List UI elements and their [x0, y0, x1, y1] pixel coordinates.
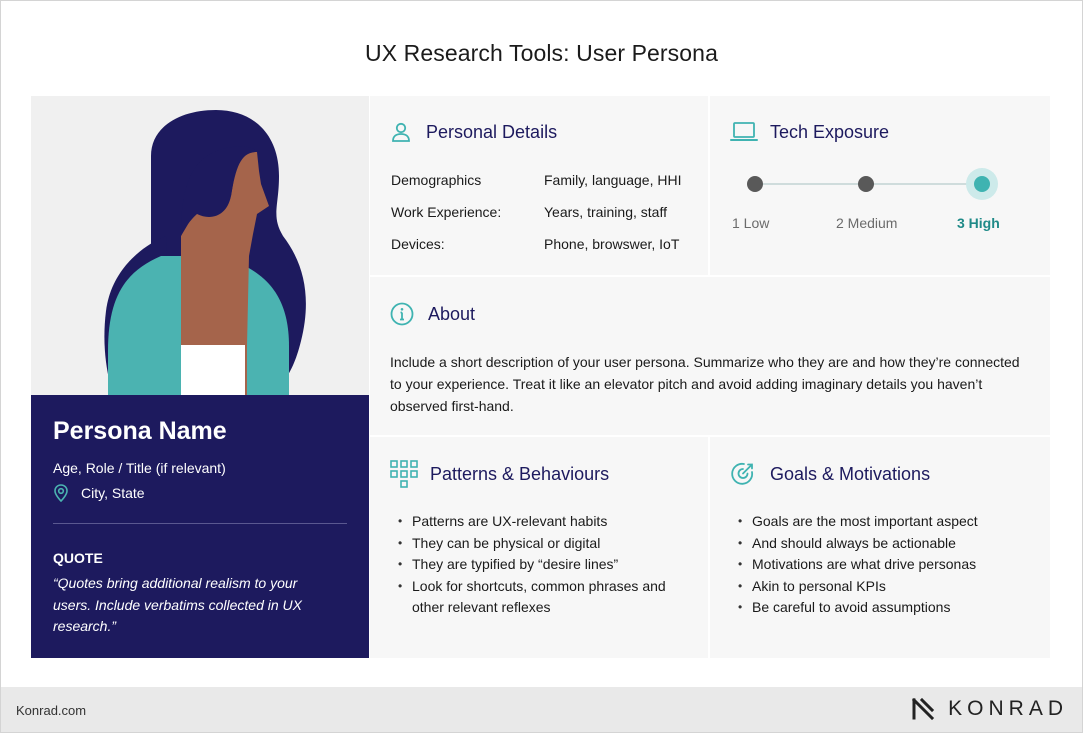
persona-illustration — [31, 96, 369, 395]
list-item: Be careful to avoid assumptions — [738, 597, 1038, 619]
tech-exposure-title: Tech Exposure — [770, 121, 890, 142]
detail-value: Years, training, staff — [544, 204, 667, 220]
personal-details-title: Personal Details — [426, 121, 558, 142]
patterns-list: Patterns are UX-relevant habits They can… — [398, 511, 688, 619]
persona-location: City, State — [53, 484, 145, 502]
goals-panel: Goals & Motivations Goals are the most i… — [710, 437, 1050, 658]
level-label-high: 3 High — [957, 215, 1000, 231]
list-item: They can be physical or digital — [398, 533, 688, 555]
konrad-logo-icon — [912, 698, 935, 720]
list-item: Akin to personal KPIs — [738, 576, 1038, 598]
level-dot-medium — [858, 176, 874, 192]
list-item: And should always be actionable — [738, 533, 1038, 555]
quote-label: QUOTE — [53, 550, 103, 566]
about-header: About — [390, 302, 475, 326]
patterns-panel: Patterns & Behaviours Patterns are UX-re… — [370, 437, 708, 658]
detail-value: Phone, browswer, IoT — [544, 236, 680, 252]
konrad-wordmark: KONRAD — [948, 697, 1068, 720]
patterns-header: Patterns & Behaviours — [390, 460, 609, 488]
about-title: About — [428, 303, 476, 324]
persona-role: Age, Role / Title (if relevant) — [53, 460, 226, 476]
detail-label: Devices: — [391, 236, 445, 252]
person-icon — [392, 122, 410, 142]
persona-location-text: City, State — [81, 485, 145, 501]
list-item: They are typified by “desire lines” — [398, 554, 688, 576]
level-dot-high — [974, 176, 990, 192]
footer-bar: Konrad.com KONRAD — [1, 687, 1082, 732]
target-icon — [731, 462, 754, 485]
personal-details-panel: Personal Details Demographics Family, la… — [370, 96, 708, 275]
list-item: Patterns are UX-relevant habits — [398, 511, 688, 533]
tech-exposure-header: Tech Exposure — [730, 121, 889, 143]
persona-name: Persona Name — [53, 417, 227, 445]
detail-label: Demographics — [391, 172, 482, 188]
page-title: UX Research Tools: User Persona — [365, 40, 718, 66]
location-pin-icon — [54, 484, 68, 502]
footer-site-link[interactable]: Konrad.com — [16, 703, 86, 718]
list-item: Motivations are what drive personas — [738, 554, 1038, 576]
patterns-title: Patterns & Behaviours — [430, 463, 610, 484]
persona-divider — [53, 523, 347, 524]
tech-exposure-panel: Tech Exposure 1 Low 2 Medium 3 High — [710, 96, 1050, 275]
goals-title: Goals & Motivations — [770, 463, 931, 484]
konrad-logo: KONRAD — [912, 697, 1068, 721]
laptop-icon — [730, 122, 758, 141]
level-label-medium: 2 Medium — [836, 215, 898, 231]
detail-label: Work Experience: — [391, 204, 502, 220]
quote-text: “Quotes bring additional realism to your… — [53, 575, 302, 634]
persona-avatar — [104, 110, 306, 395]
level-dot-low — [747, 176, 763, 192]
persona-card: Persona Name Age, Role / Title (if relev… — [31, 395, 369, 658]
goals-list: Goals are the most important aspect And … — [738, 511, 1038, 619]
info-icon — [390, 302, 414, 326]
list-item: Goals are the most important aspect — [738, 511, 1038, 533]
about-panel: About Include a short description of you… — [370, 277, 1050, 435]
level-label-low: 1 Low — [732, 215, 770, 231]
grid-icon — [390, 460, 418, 488]
detail-value: Family, language, HHI — [544, 172, 682, 188]
about-text: Include a short description of your user… — [390, 354, 1020, 414]
goals-header: Goals & Motivations — [730, 460, 930, 488]
personal-details-header: Personal Details — [390, 121, 557, 143]
list-item: Look for shortcuts, common phrases and o… — [398, 576, 688, 619]
